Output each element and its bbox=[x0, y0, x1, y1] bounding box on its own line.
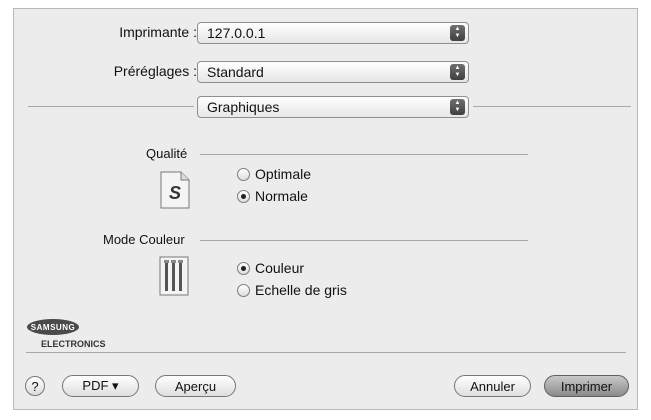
quality-option-label: Optimale bbox=[255, 166, 312, 182]
radio-normale[interactable] bbox=[237, 189, 250, 203]
quality-label: Qualité bbox=[146, 146, 188, 161]
color-mode-separator bbox=[200, 240, 528, 241]
logo-brand: SAMSUNG bbox=[31, 323, 75, 332]
quality-s-document-icon: S bbox=[160, 171, 190, 214]
printer-label: Imprimante : bbox=[119, 24, 197, 40]
printer-row: Imprimante : bbox=[94, 24, 197, 40]
updown-arrows-icon: ▲ ▼ bbox=[450, 64, 465, 80]
logo-sub: ELECTRONICS bbox=[41, 339, 106, 349]
help-button[interactable]: ? bbox=[25, 376, 45, 396]
radio-echelle-de-gris[interactable] bbox=[237, 283, 250, 297]
color-option-label: Echelle de gris bbox=[255, 282, 347, 298]
print-button[interactable]: Imprimer bbox=[544, 375, 629, 397]
preview-button[interactable]: Aperçu bbox=[155, 375, 236, 397]
color-option-echelle-de-gris[interactable]: Echelle de gris bbox=[237, 282, 347, 298]
updown-arrows-icon: ▲ ▼ bbox=[450, 99, 465, 115]
quality-option-optimale[interactable]: Optimale bbox=[237, 166, 311, 182]
presets-row: Préréglages : bbox=[94, 63, 197, 79]
pdf-button[interactable]: PDF ▾ bbox=[62, 375, 139, 397]
presets-label: Préréglages : bbox=[113, 63, 197, 79]
color-option-couleur[interactable]: Couleur bbox=[237, 260, 304, 276]
panel-value: Graphiques bbox=[207, 99, 280, 115]
separator-left bbox=[28, 106, 194, 107]
radio-optimale[interactable] bbox=[237, 167, 250, 181]
updown-arrows-icon: ▲ ▼ bbox=[450, 25, 465, 41]
color-option-label: Couleur bbox=[255, 260, 305, 276]
presets-value: Standard bbox=[207, 64, 264, 80]
quality-separator bbox=[200, 154, 528, 155]
toner-cartridges-icon bbox=[159, 256, 189, 301]
panel-popup[interactable]: Graphiques ▲ ▼ bbox=[197, 96, 469, 118]
printer-value: 127.0.0.1 bbox=[207, 25, 266, 41]
cancel-button[interactable]: Annuler bbox=[454, 375, 531, 397]
printer-popup[interactable]: 127.0.0.1 ▲ ▼ bbox=[197, 22, 469, 44]
print-dialog: Imprimante : 127.0.0.1 ▲ ▼ Préréglages : … bbox=[13, 8, 638, 410]
svg-text:S: S bbox=[169, 183, 181, 203]
quality-option-label: Normale bbox=[255, 188, 308, 204]
bottom-separator bbox=[26, 352, 626, 353]
separator-right bbox=[473, 106, 631, 107]
presets-popup[interactable]: Standard ▲ ▼ bbox=[197, 61, 469, 83]
radio-couleur[interactable] bbox=[237, 261, 250, 275]
color-mode-label: Mode Couleur bbox=[103, 232, 185, 247]
quality-option-normale[interactable]: Normale bbox=[237, 188, 308, 204]
